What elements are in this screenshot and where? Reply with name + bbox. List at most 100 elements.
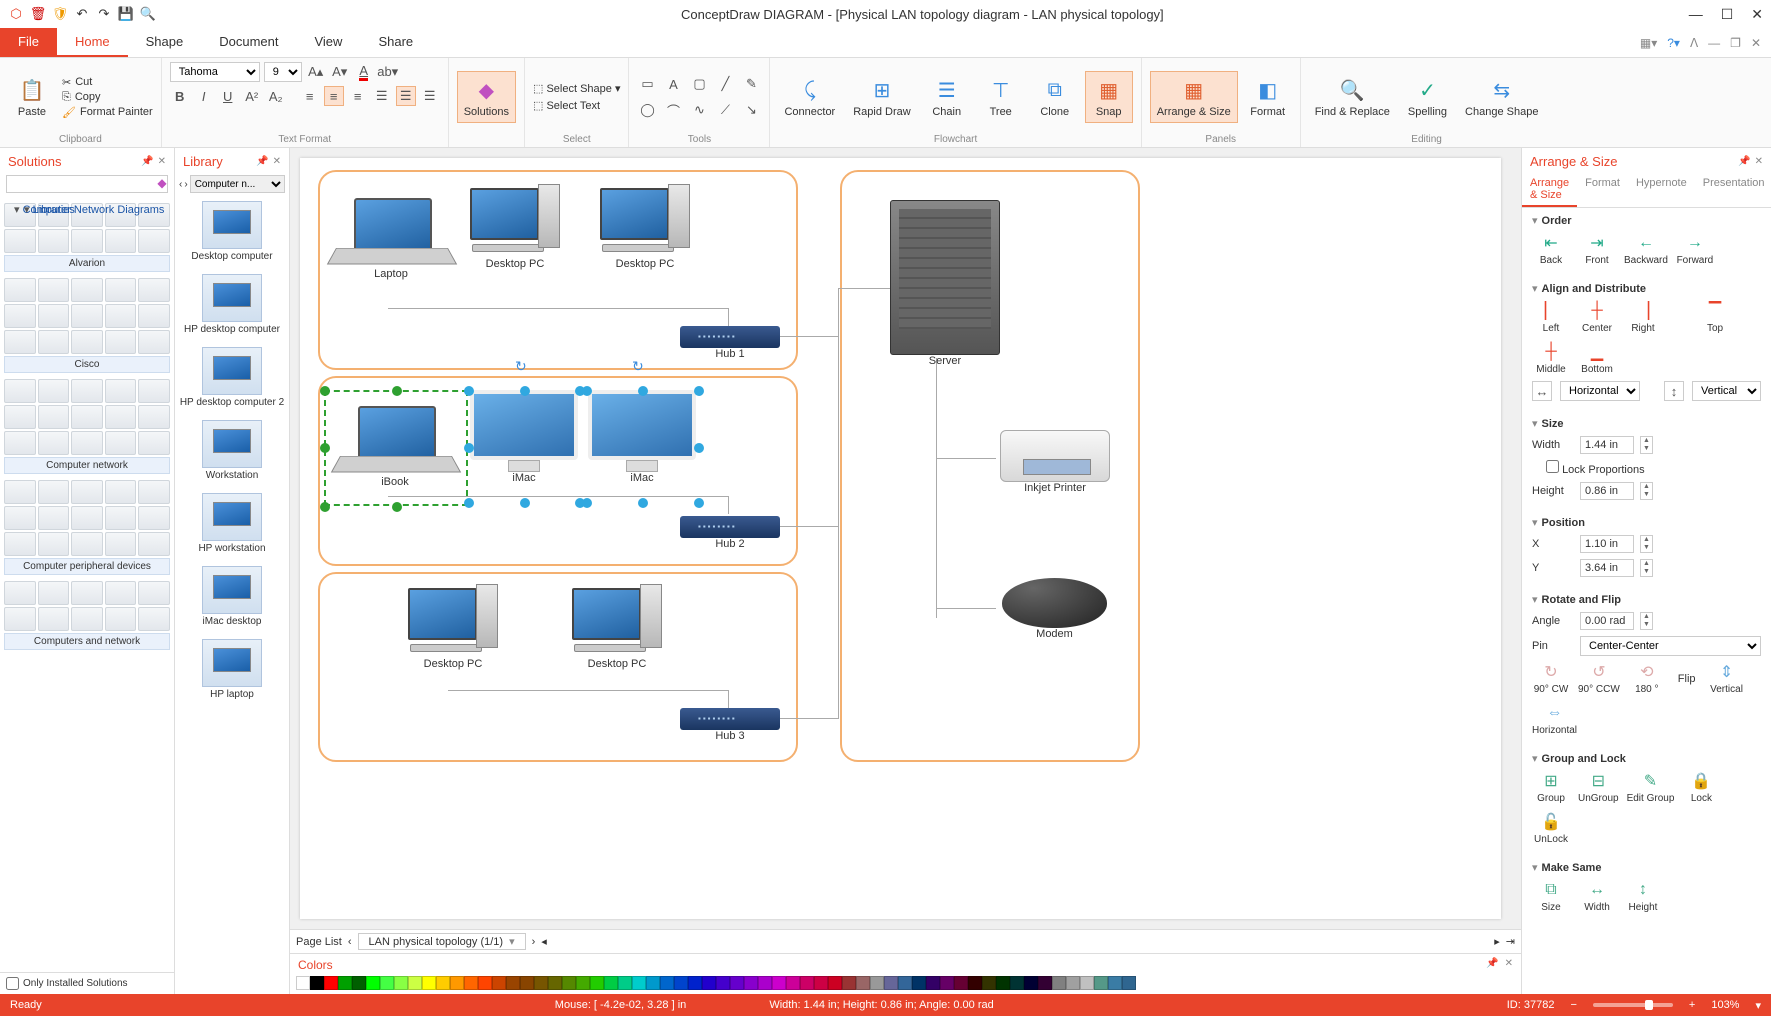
canvas-viewport[interactable]: Laptop Desktop PC Desktop PC Hub 1 iBook… — [290, 148, 1521, 929]
color-swatch[interactable] — [1122, 976, 1136, 990]
color-swatch[interactable] — [730, 976, 744, 990]
tool-arc-icon[interactable]: ⌒ — [663, 100, 683, 120]
color-swatch[interactable] — [478, 976, 492, 990]
save-icon[interactable]: 💾 — [118, 6, 134, 22]
selection-handle[interactable] — [694, 443, 704, 453]
library-item[interactable]: HP workstation — [175, 487, 289, 560]
same-size-button[interactable]: ⧉Size — [1532, 880, 1570, 913]
color-swatch[interactable] — [1108, 976, 1122, 990]
page-tab[interactable]: LAN physical topology (1/1)▾ — [358, 933, 526, 950]
selection-handle[interactable] — [582, 386, 592, 396]
font-color-icon[interactable]: A — [354, 62, 374, 82]
shape-thumb[interactable] — [38, 405, 70, 429]
shape-thumb[interactable] — [71, 480, 103, 504]
shape-thumb[interactable] — [71, 229, 103, 253]
color-swatch[interactable] — [884, 976, 898, 990]
rotate-ccw-button[interactable]: ↺90° CCW — [1578, 662, 1620, 695]
scroll-end-icon[interactable]: ⇥ — [1506, 935, 1515, 948]
tree-button[interactable]: ⊤Tree — [977, 72, 1025, 122]
pin-select[interactable]: Center-Center — [1580, 636, 1761, 656]
close-panel-icon[interactable]: ✕ — [1755, 156, 1763, 167]
color-swatch[interactable] — [716, 976, 730, 990]
distribute-v-select[interactable]: Vertical — [1692, 381, 1761, 401]
snap-button[interactable]: ▦Snap — [1085, 71, 1133, 123]
tool-curve-icon[interactable]: ∿ — [689, 100, 709, 120]
color-swatch[interactable] — [968, 976, 982, 990]
align-bottom-button[interactable]: ▁Bottom — [1578, 342, 1616, 375]
node-hub[interactable]: Hub 2 — [680, 516, 780, 550]
align-left-button[interactable]: ▏Left — [1532, 301, 1570, 334]
pin-icon[interactable]: 📌 — [1738, 156, 1750, 167]
spelling-button[interactable]: ✓Spelling — [1402, 72, 1453, 122]
shape-thumb[interactable] — [4, 506, 36, 530]
unlock-button[interactable]: 🔓UnLock — [1532, 812, 1570, 845]
zoom-slider[interactable] — [1593, 1003, 1673, 1007]
redo-icon[interactable]: ↷ — [96, 6, 112, 22]
bold-button[interactable]: B — [170, 86, 190, 106]
rotate-handle-icon[interactable]: ↻ — [515, 358, 527, 375]
format-panel-button[interactable]: ◧Format — [1244, 72, 1292, 122]
align-top-button[interactable]: ▔Top — [1696, 301, 1734, 334]
color-swatch[interactable] — [646, 976, 660, 990]
selection-handle[interactable] — [464, 443, 474, 453]
shape-thumb[interactable] — [105, 581, 137, 605]
color-swatch[interactable] — [1010, 976, 1024, 990]
node-desktop-pc[interactable]: Desktop PC — [408, 588, 498, 670]
align-middle-button[interactable]: ┼Middle — [1532, 342, 1570, 375]
color-swatch[interactable] — [674, 976, 688, 990]
pin-icon[interactable]: 📌 — [141, 156, 153, 167]
color-swatch[interactable] — [548, 976, 562, 990]
width-spinner[interactable]: ▲▼ — [1640, 436, 1653, 454]
distribute-h-select[interactable]: Horizontal — [1560, 381, 1640, 401]
shape-thumb[interactable] — [38, 532, 70, 556]
cut-button[interactable]: ✂Cut — [62, 76, 153, 89]
selection-handle[interactable] — [520, 498, 530, 508]
shape-thumb[interactable] — [38, 506, 70, 530]
subtab-format[interactable]: Format — [1577, 173, 1628, 207]
x-input[interactable]: 1.10 in — [1580, 535, 1634, 553]
color-swatch[interactable] — [758, 976, 772, 990]
selection-handle[interactable] — [464, 386, 474, 396]
shape-thumb[interactable] — [38, 330, 70, 354]
y-input[interactable]: 3.64 in — [1580, 559, 1634, 577]
italic-button[interactable]: I — [194, 86, 214, 106]
color-swatch[interactable] — [1066, 976, 1080, 990]
select-shape-button[interactable]: ⬚ Select Shape ▾ — [533, 82, 620, 95]
zoom-menu-icon[interactable]: ▾ — [1755, 999, 1761, 1012]
group-button[interactable]: ⊞Group — [1532, 771, 1570, 804]
shape-thumb[interactable] — [4, 330, 36, 354]
rotate-cw-button[interactable]: ↻90° CW — [1532, 662, 1570, 695]
height-input[interactable]: 0.86 in — [1580, 482, 1634, 500]
copy-button[interactable]: ⎘Copy — [62, 91, 153, 104]
highlight-icon[interactable]: ab▾ — [378, 62, 398, 82]
library-item[interactable]: HP desktop computer — [175, 268, 289, 341]
dist-h-icon[interactable]: ↔ — [1532, 381, 1552, 401]
color-swatch[interactable] — [996, 976, 1010, 990]
color-swatch[interactable] — [506, 976, 520, 990]
lock-button[interactable]: 🔒Lock — [1682, 771, 1720, 804]
flip-v-button[interactable]: ⇕Vertical — [1708, 662, 1746, 695]
color-swatch[interactable] — [688, 976, 702, 990]
color-swatch[interactable] — [870, 976, 884, 990]
shape-thumb[interactable] — [105, 480, 137, 504]
angle-spinner[interactable]: ▲▼ — [1640, 612, 1653, 630]
zoom-value[interactable]: 103% — [1711, 999, 1739, 1011]
shape-group-label[interactable]: Computer network — [4, 457, 170, 474]
shape-thumb[interactable] — [71, 581, 103, 605]
only-installed-checkbox[interactable] — [6, 977, 19, 990]
color-swatch[interactable] — [408, 976, 422, 990]
color-swatch[interactable] — [618, 976, 632, 990]
color-swatch[interactable] — [828, 976, 842, 990]
color-swatch[interactable] — [982, 976, 996, 990]
color-swatch[interactable] — [842, 976, 856, 990]
color-swatch[interactable] — [1038, 976, 1052, 990]
shape-thumb[interactable] — [71, 278, 103, 302]
align-right-button[interactable]: ▕Right — [1624, 301, 1662, 334]
shape-thumb[interactable] — [105, 379, 137, 403]
shape-group-label[interactable]: Computer peripheral devices — [4, 558, 170, 575]
color-swatch[interactable] — [436, 976, 450, 990]
shape-thumb[interactable] — [4, 379, 36, 403]
selection-handle[interactable] — [694, 498, 704, 508]
shape-thumb[interactable] — [4, 581, 36, 605]
change-shape-button[interactable]: ⇆Change Shape — [1459, 72, 1544, 122]
